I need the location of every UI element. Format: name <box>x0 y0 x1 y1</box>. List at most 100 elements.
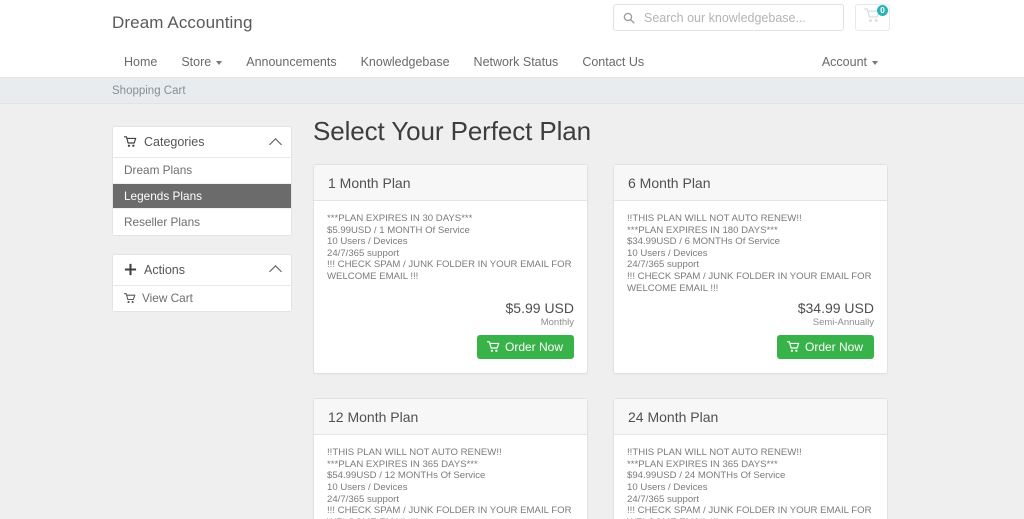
product-name: 24 Month Plan <box>628 408 719 425</box>
order-now-button[interactable]: Order Now <box>776 335 874 360</box>
product-feature: 10 Users / Devices <box>627 247 708 259</box>
product-feature: 24/7/365 support <box>627 493 700 505</box>
product-name: 12 Month Plan <box>328 408 419 425</box>
product-feature: !!! CHECK SPAM / JUNK FOLDER IN YOUR EMA… <box>327 505 572 519</box>
page-title: Select Your Perfect Plan <box>313 116 592 146</box>
product-feature: $34.99USD / 6 MONTHs Of Service <box>627 236 781 248</box>
nav-item-label: Home <box>124 55 158 69</box>
chevron-up-icon[interactable] <box>269 265 282 278</box>
sidebar-item-label: Legends Plans <box>124 188 203 203</box>
nav-item-knowledgebase[interactable]: Knowledgebase <box>349 55 462 69</box>
product-feature: !!! CHECK SPAM / JUNK FOLDER IN YOUR EMA… <box>627 505 872 519</box>
product-feature: $54.99USD / 12 MONTHs Of Service <box>327 470 486 482</box>
sidebar-panel-header-categories[interactable]: Categories <box>113 127 291 158</box>
sidebar-panel-header-actions[interactable]: Actions <box>113 254 291 286</box>
navbar-left-items: Home Store Announcements Knowledgebase Netwo… <box>112 46 656 78</box>
nav-item-label: Contact Us <box>582 55 645 69</box>
sidebar-panel-title: Actions <box>144 262 185 277</box>
sidebar-item-view-cart[interactable]: View Cart <box>113 285 291 311</box>
sidebar-item-dream-plans[interactable]: Dream Plans <box>113 158 291 184</box>
chevron-down-icon <box>216 61 223 65</box>
product-card: 24 Month Plan !!THIS PLAN WILL NOT AUTO R… <box>613 398 888 519</box>
nav-item-label: Network Status <box>473 55 559 69</box>
product-feature: 10 Users / Devices <box>327 236 408 248</box>
product-name: 6 Month Plan <box>628 174 711 191</box>
product-card-grid: 1 Month Plan ***PLAN EXPIRES IN 30 DAYS**… <box>313 164 913 519</box>
nav-item-announcements[interactable]: Announcements <box>234 55 348 69</box>
product-feature: ***PLAN EXPIRES IN 365 DAYS*** <box>327 458 478 470</box>
product-feature: 24/7/365 support <box>327 247 400 259</box>
product-card-body: !!THIS PLAN WILL NOT AUTO RENEW!! ***PLAN… <box>614 201 887 300</box>
sidebar-item-legends-plans[interactable]: Legends Plans <box>113 183 291 209</box>
product-card: 12 Month Plan !!THIS PLAN WILL NOT AUTO R… <box>313 398 588 519</box>
product-card-header: 1 Month Plan <box>314 165 587 201</box>
product-feature: !!THIS PLAN WILL NOT AUTO RENEW!! <box>327 447 502 459</box>
product-feature: 24/7/365 support <box>327 493 400 505</box>
product-feature: $94.99USD / 24 MONTHs Of Service <box>627 470 786 482</box>
top-header: Dream Accounting 0 <box>0 0 1024 46</box>
product-card: 1 Month Plan ***PLAN EXPIRES IN 30 DAYS**… <box>313 164 588 375</box>
cart-button[interactable]: 0 <box>855 4 890 31</box>
product-card: 6 Month Plan !!THIS PLAN WILL NOT AUTO RE… <box>613 164 888 375</box>
product-card-header: 6 Month Plan <box>614 165 887 201</box>
search-icon <box>614 12 644 24</box>
sidebar-item-label: Dream Plans <box>124 163 193 178</box>
nav-item-home[interactable]: Home <box>112 55 169 69</box>
site-brand[interactable]: Dream Accounting <box>112 13 253 33</box>
product-feature: 10 Users / Devices <box>327 481 408 493</box>
sidebar-item-label: Reseller Plans <box>124 214 201 229</box>
plus-icon <box>124 263 137 276</box>
product-feature: !!! CHECK SPAM / JUNK FOLDER IN YOUR EMA… <box>327 259 572 282</box>
nav-item-label: Account <box>821 55 867 69</box>
chevron-down-icon <box>872 61 878 65</box>
nav-item-network-status[interactable]: Network Status <box>462 55 571 69</box>
shopping-cart-icon <box>124 293 136 304</box>
sidebar-item-label: View Cart <box>142 291 193 306</box>
product-feature: ***PLAN EXPIRES IN 365 DAYS*** <box>627 458 778 470</box>
product-billing-cycle: Monthly <box>540 317 574 329</box>
product-feature: !!THIS PLAN WILL NOT AUTO RENEW!! <box>627 213 802 224</box>
product-feature: ***PLAN EXPIRES IN 30 DAYS*** <box>327 213 473 224</box>
sidebar-panel-title: Categories <box>144 135 205 149</box>
nav-item-label: Store <box>181 55 212 69</box>
product-price: $34.99 USD <box>797 300 874 317</box>
product-name: 1 Month Plan <box>328 174 411 191</box>
breadcrumb: Shopping Cart <box>112 84 186 97</box>
sidebar-item-reseller-plans[interactable]: Reseller Plans <box>113 209 291 235</box>
sidebar-panel-categories: Categories Dream Plans Legends Plans Resell… <box>112 126 292 236</box>
order-now-label: Order Now <box>504 340 563 355</box>
product-card-header: 24 Month Plan <box>614 399 887 436</box>
product-card-footer: $34.99 USD Semi-Annually Order Now <box>614 300 887 373</box>
order-now-button[interactable]: Order Now <box>476 335 574 360</box>
main-navbar: Home Store Announcements Knowledgebase Netwo… <box>0 46 1024 78</box>
main-content: Select Your Perfect Plan 1 Month Plan ***… <box>313 116 913 519</box>
product-card-footer: $5.99 USD Monthly Order Now <box>314 300 587 373</box>
nav-item-account[interactable]: Account <box>810 55 890 69</box>
sidebar-panel-actions: Actions View Cart <box>112 253 292 312</box>
product-card-body: ***PLAN EXPIRES IN 30 DAYS*** $5.99USD / … <box>314 201 587 300</box>
product-feature: !!THIS PLAN WILL NOT AUTO RENEW!! <box>627 447 802 459</box>
search-input[interactable] <box>644 5 843 30</box>
breadcrumb-bar: Shopping Cart <box>0 78 1024 104</box>
shopping-cart-icon <box>486 341 500 353</box>
product-billing-cycle: Semi-Annually <box>812 317 874 329</box>
cart-count-badge: 0 <box>877 5 888 16</box>
product-card-header: 12 Month Plan <box>314 399 587 436</box>
nav-item-label: Announcements <box>246 55 337 69</box>
shopping-cart-icon <box>786 341 800 353</box>
product-card-body: !!THIS PLAN WILL NOT AUTO RENEW!! ***PLAN… <box>314 435 587 519</box>
chevron-up-icon[interactable] <box>269 137 282 151</box>
product-feature: 10 Users / Devices <box>627 481 708 493</box>
product-feature: !!! CHECK SPAM / JUNK FOLDER IN YOUR EMA… <box>627 270 872 294</box>
navbar-right-items: Account <box>810 46 890 78</box>
order-now-label: Order Now <box>804 340 863 355</box>
product-feature: ***PLAN EXPIRES IN 180 DAYS*** <box>627 224 778 236</box>
product-feature: 24/7/365 support <box>627 259 700 271</box>
sidebar: Categories Dream Plans Legends Plans Resell… <box>112 126 292 330</box>
product-card-body: !!THIS PLAN WILL NOT AUTO RENEW!! ***PLAN… <box>614 435 887 519</box>
shopping-cart-icon <box>124 136 137 148</box>
nav-item-contact-us[interactable]: Contact Us <box>570 55 656 69</box>
search-box[interactable] <box>613 4 844 31</box>
product-feature: $5.99USD / 1 MONTH Of Service <box>327 224 470 236</box>
nav-item-store[interactable]: Store <box>169 55 234 69</box>
